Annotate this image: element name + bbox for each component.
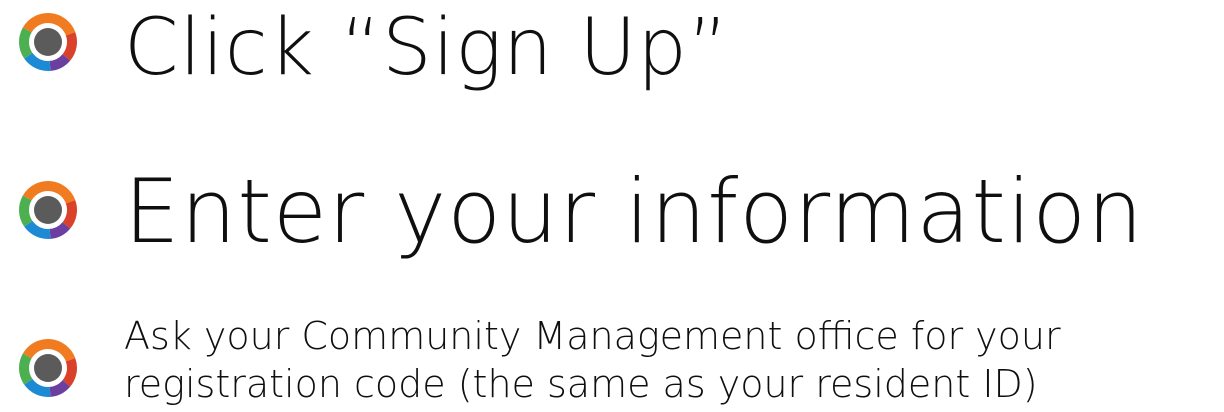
ring-bullet-icon xyxy=(16,178,80,242)
step-text-line-2: registration code (the same as your resi… xyxy=(124,362,1038,406)
ring-center-dot xyxy=(34,28,62,56)
ring-segment-red xyxy=(62,358,77,387)
step-text-registration-code: Ask your Community Management office for… xyxy=(124,312,1214,408)
step-text-sign-up: Click “Sign Up” xyxy=(124,3,730,93)
step-text-line-1: Ask your Community Management office for… xyxy=(124,314,1061,358)
step-sign-up: Click “Sign Up” xyxy=(0,0,1224,120)
ring-center-dot xyxy=(34,354,62,382)
ring-bullet-svg xyxy=(19,13,77,71)
ring-segment-red xyxy=(62,32,77,61)
ring-bullet-icon xyxy=(16,336,80,400)
ring-bullet-icon xyxy=(16,10,80,74)
step-registration-code: Ask your Community Management office for… xyxy=(0,310,1224,410)
ring-center-dot xyxy=(34,196,62,224)
ring-segment-green xyxy=(19,27,33,59)
ring-segment-green xyxy=(19,195,33,227)
ring-segment-red xyxy=(62,200,77,229)
ring-bullet-svg xyxy=(19,181,77,239)
step-text-enter-information: Enter your information xyxy=(124,160,1144,263)
ring-bullet-svg xyxy=(19,339,77,397)
step-enter-information: Enter your information xyxy=(0,160,1224,280)
ring-segment-green xyxy=(19,353,33,385)
